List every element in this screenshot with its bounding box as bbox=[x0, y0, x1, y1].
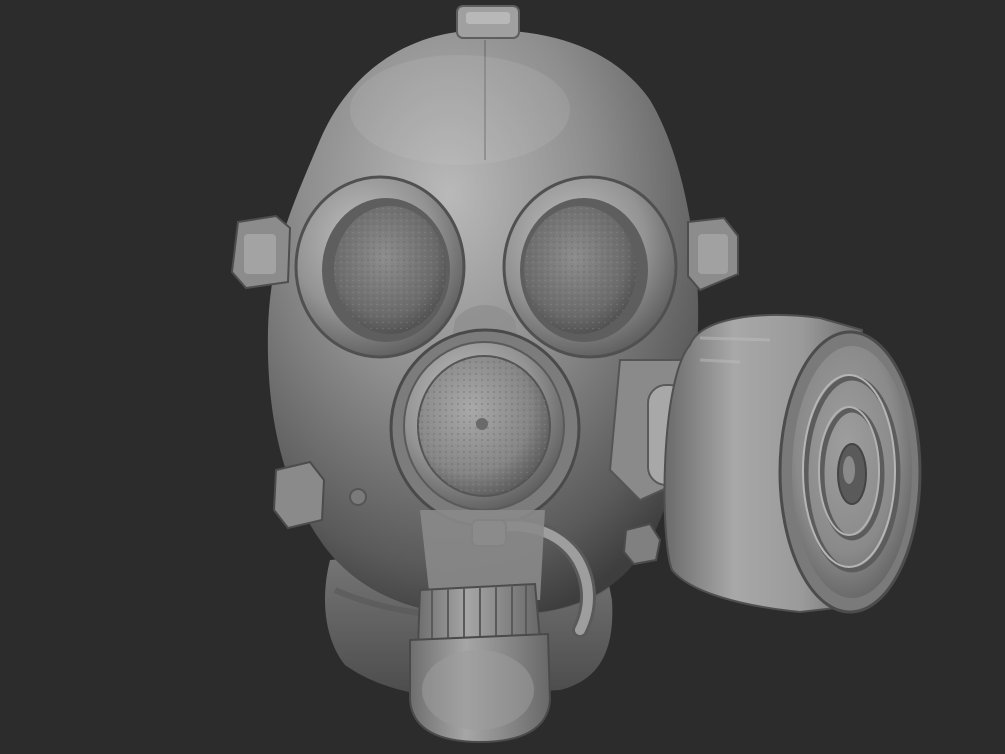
left-eyepiece bbox=[294, 175, 466, 359]
gas-mask-model bbox=[230, 5, 922, 744]
right-eyepiece bbox=[502, 175, 678, 359]
filter-canister bbox=[663, 314, 922, 614]
lower-right-strap-buckle bbox=[622, 522, 662, 566]
speech-diaphragm bbox=[389, 328, 581, 528]
lower-left-strap-buckle bbox=[272, 460, 326, 530]
sculpt-viewport[interactable] bbox=[0, 0, 1005, 754]
exhalation-valve bbox=[409, 582, 552, 744]
